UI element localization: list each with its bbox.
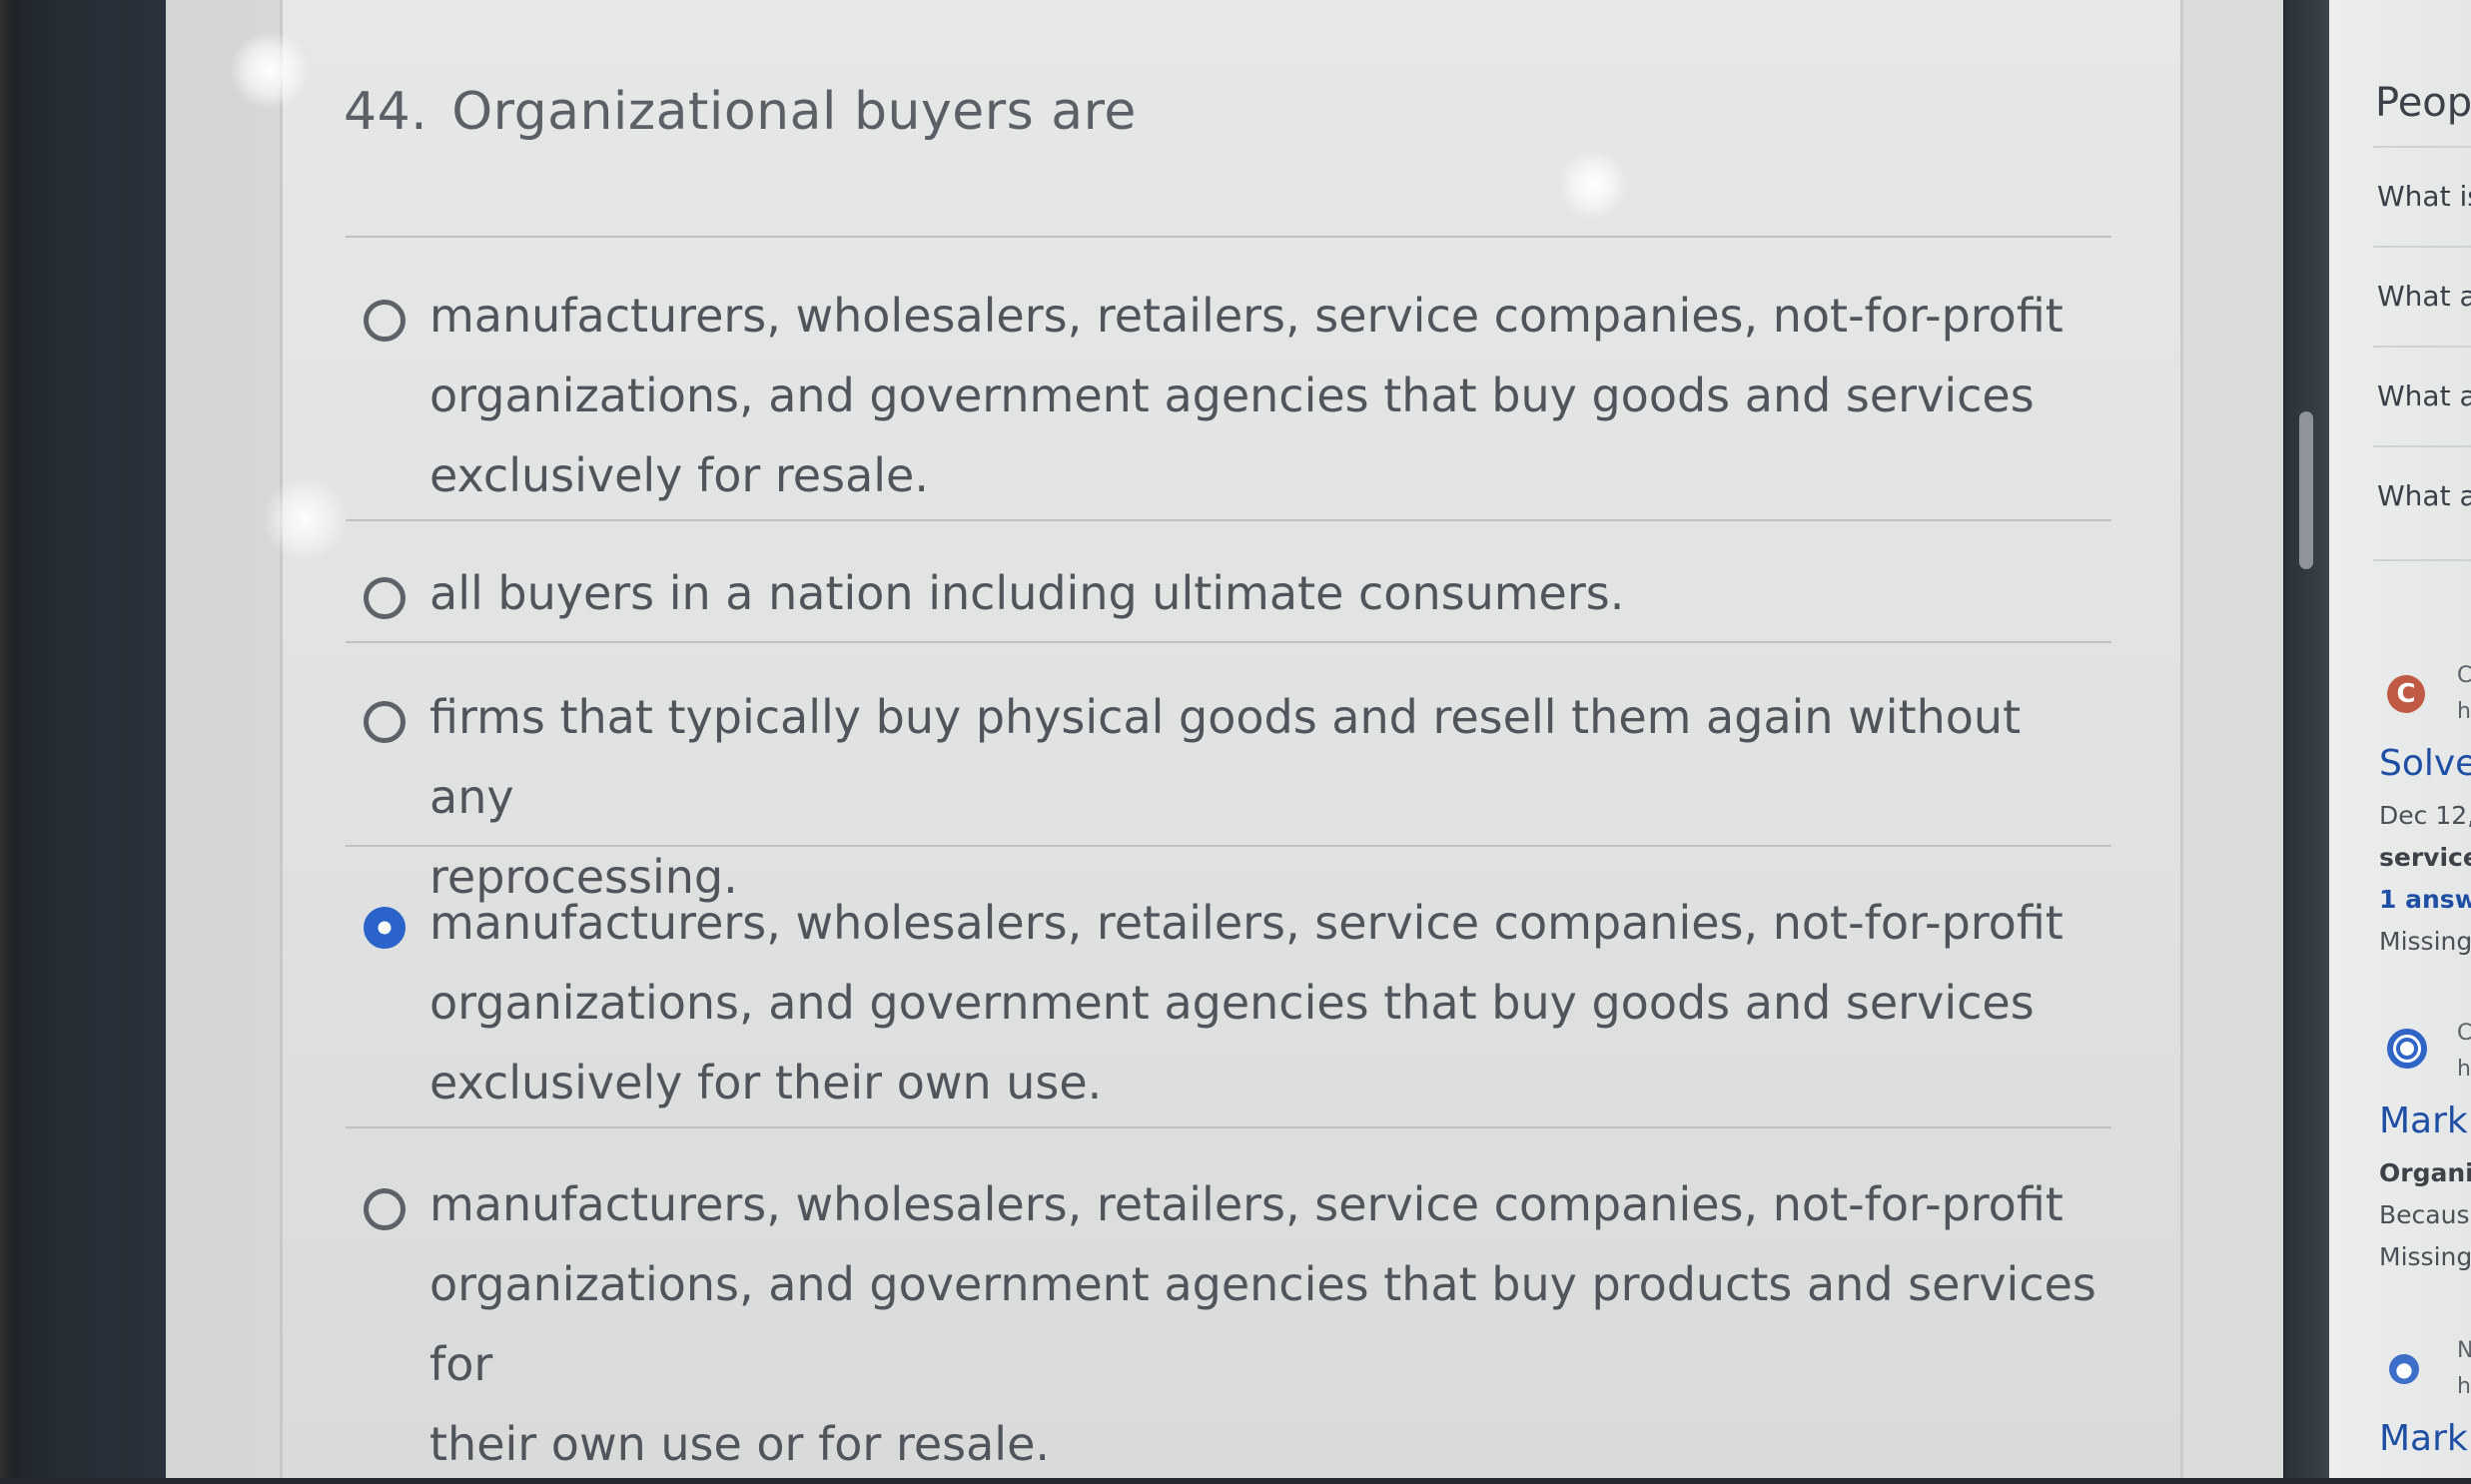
result-1-answer-count[interactable]: 1 answe [2379, 885, 2471, 914]
question-heading: 44. Organizational buyers are [344, 82, 1137, 142]
result-3-source: N [2457, 1338, 2471, 1363]
option-4-text: manufacturers, wholesalers, retailers, s… [429, 883, 2063, 1122]
option-4-line-2: organizations, and government agencies t… [429, 976, 2035, 1030]
divider [346, 236, 2111, 238]
scrollbar-thumb[interactable] [2299, 411, 2313, 569]
site-favicon-icon: C [2387, 675, 2425, 713]
option-1-line-3: exclusively for resale. [429, 448, 929, 502]
option-5-text: manufacturers, wholesalers, retailers, s… [429, 1164, 2101, 1484]
answer-option-1[interactable]: manufacturers, wholesalers, retailers, s… [364, 289, 2101, 515]
result-3-url: h [2457, 1374, 2471, 1399]
option-1-text: manufacturers, wholesalers, retailers, s… [429, 276, 2063, 515]
result-1-title[interactable]: Solve [2379, 743, 2471, 784]
option-5-line-2: organizations, and government agencies t… [429, 1257, 2096, 1391]
result-1-snippet: service [2379, 843, 2471, 872]
radio-button-option-2[interactable] [364, 577, 406, 619]
result-1-missing: Missing [2379, 927, 2471, 956]
answer-option-2[interactable]: all buyers in a nation including ultimat… [364, 566, 2101, 633]
sidebar-divider [2373, 559, 2471, 561]
sidebar-divider [2373, 146, 2471, 148]
option-3-line-1: firms that typically buy physical goods … [429, 690, 2022, 824]
result-1-url: h [2457, 699, 2471, 724]
sidebar-divider [2373, 346, 2471, 348]
radio-button-option-1[interactable] [364, 300, 406, 342]
radio-button-option-3[interactable] [364, 701, 406, 743]
result-2-url: h [2457, 1057, 2471, 1082]
result-2-snippet-2: Becaus [2379, 1200, 2470, 1229]
result-2-missing: Missing [2379, 1242, 2471, 1271]
radio-button-option-5[interactable] [364, 1188, 406, 1230]
sidebar-divider [2373, 246, 2471, 248]
related-question-4[interactable]: What a [2377, 479, 2471, 512]
divider [346, 1126, 2111, 1128]
option-4-line-1: manufacturers, wholesalers, retailers, s… [429, 896, 2063, 950]
sidebar-divider [2373, 445, 2471, 447]
option-2-line-1: all buyers in a nation including ultimat… [429, 566, 1625, 620]
option-3-text: firms that typically buy physical goods … [429, 677, 2101, 917]
globe-icon: ● [2389, 1354, 2419, 1384]
result-2-title[interactable]: Mark [2379, 1101, 2468, 1141]
question-text: Organizational buyers are [451, 82, 1137, 142]
radio-button-option-4-selected[interactable] [364, 907, 406, 949]
divider [346, 641, 2111, 643]
people-also-ask-sidebar: Peop What is What a What a What a C C h … [2329, 0, 2471, 1478]
site-favicon-icon [2387, 1029, 2427, 1069]
related-question-2[interactable]: What a [2377, 280, 2471, 313]
answer-option-5[interactable]: manufacturers, wholesalers, retailers, s… [364, 1177, 2101, 1484]
option-4-line-3: exclusively for their own use. [429, 1056, 1103, 1110]
option-1-line-1: manufacturers, wholesalers, retailers, s… [429, 289, 2063, 343]
divider [346, 519, 2111, 521]
sidebar-title: Peop [2375, 80, 2471, 126]
monitor-bezel-left [0, 0, 180, 1478]
option-1-line-2: organizations, and government agencies t… [429, 369, 2035, 422]
result-2-snippet-1: Organi: [2379, 1158, 2471, 1187]
option-5-line-3: their own use or for resale. [429, 1417, 1050, 1471]
option-2-text: all buyers in a nation including ultimat… [429, 553, 1624, 633]
option-5-line-1: manufacturers, wholesalers, retailers, s… [429, 1177, 2063, 1231]
result-2-source: C [2457, 1021, 2471, 1046]
related-question-3[interactable]: What a [2377, 379, 2471, 412]
result-1-source: C [2457, 663, 2471, 688]
divider [346, 845, 2111, 847]
result-3-title[interactable]: Mark [2379, 1418, 2468, 1459]
answer-option-4[interactable]: manufacturers, wholesalers, retailers, s… [364, 896, 2101, 1122]
related-question-1[interactable]: What is [2377, 180, 2471, 213]
question-number: 44. [344, 82, 428, 142]
sidebar-gutter [2285, 0, 2329, 1478]
result-1-date: Dec 12, [2379, 801, 2471, 830]
